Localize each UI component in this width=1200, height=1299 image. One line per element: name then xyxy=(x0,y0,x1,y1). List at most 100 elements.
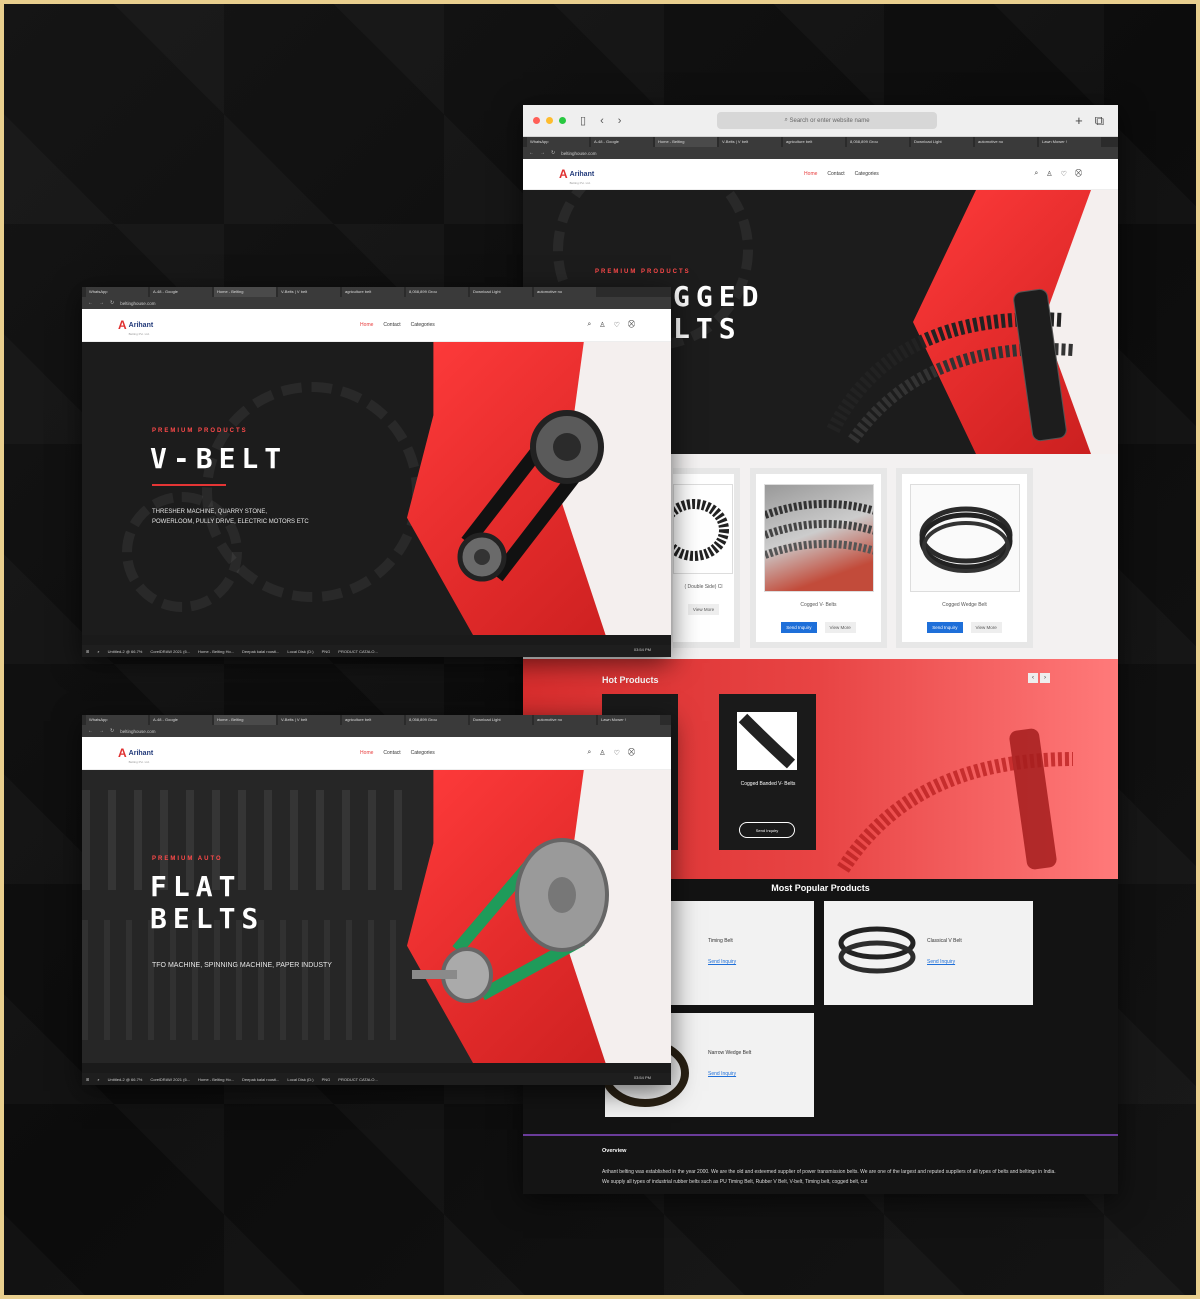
nav-categories[interactable]: Categories xyxy=(411,322,435,328)
nav-contact[interactable]: Contact xyxy=(383,750,400,756)
tab[interactable]: Lawn Mower ! xyxy=(598,715,660,725)
logo[interactable]: A Arihant Belting Pvt. Ltd. xyxy=(559,163,594,185)
taskbar-item[interactable]: CorelDRAW 2021 (6... xyxy=(150,1077,190,1082)
wishlist-icon[interactable]: ♡ xyxy=(614,749,620,757)
view-more-button[interactable]: View More xyxy=(687,604,720,615)
tab[interactable]: automotive no xyxy=(975,137,1037,147)
wishlist-icon[interactable]: ♡ xyxy=(614,321,620,329)
taskbar-item[interactable]: Home - Belting Ho... xyxy=(198,1077,234,1082)
view-more-button[interactable]: View More xyxy=(970,622,1002,633)
view-more-button[interactable]: View More xyxy=(824,622,856,633)
search-icon[interactable]: ⌕ xyxy=(587,749,591,757)
minimize-window-button[interactable] xyxy=(546,117,553,124)
user-icon[interactable]: ♙ xyxy=(599,321,605,329)
tab[interactable]: V-Belts | V belt xyxy=(719,137,781,147)
forward-icon[interactable]: → xyxy=(99,300,104,306)
forward-icon[interactable]: › xyxy=(618,115,622,127)
nav-home[interactable]: Home xyxy=(360,322,373,328)
cart-icon[interactable]: ⛒ xyxy=(628,749,635,757)
reload-icon[interactable]: ↻ xyxy=(551,150,555,156)
tab[interactable]: agriculture belt xyxy=(342,287,404,297)
reload-icon[interactable]: ↻ xyxy=(110,300,114,306)
nav-categories[interactable]: Categories xyxy=(855,171,879,177)
taskbar-item[interactable]: Untitled-2 @ 66.7% xyxy=(108,1077,143,1082)
tab[interactable]: Home - Belting xyxy=(214,287,276,297)
search-icon[interactable]: ⌕ xyxy=(1034,170,1038,178)
start-icon[interactable]: ⊞ xyxy=(86,649,89,654)
search-icon[interactable]: ⌕ xyxy=(97,1077,99,1082)
tab[interactable]: automotive no xyxy=(534,287,596,297)
forward-icon[interactable]: → xyxy=(540,150,545,156)
tab[interactable]: 8,058,899 Grou xyxy=(406,287,468,297)
tab[interactable]: A-48 - Google xyxy=(150,715,212,725)
taskbar-item[interactable]: PRODUCT CATALO... xyxy=(338,1077,378,1082)
taskbar-item[interactable]: Local Disk (D:) xyxy=(287,1077,313,1082)
send-inquiry-button[interactable]: Send Inquiry xyxy=(781,622,817,633)
carousel-next-button[interactable]: › xyxy=(1040,673,1050,683)
taskbar-item[interactable]: Deepak kalal roosti... xyxy=(242,1077,279,1082)
carousel-prev-button[interactable]: ‹ xyxy=(1028,673,1038,683)
tab[interactable]: agriculture belt xyxy=(783,137,845,147)
logo[interactable]: A Arihant Belting Pvt. Ltd. xyxy=(118,742,153,764)
tab[interactable]: WhatsApp xyxy=(86,287,148,297)
hot-product-card[interactable]: Cogged Banded V- Belts Send Inquiry xyxy=(719,694,816,850)
send-inquiry-button[interactable]: Send Inquiry xyxy=(927,622,963,633)
user-icon[interactable]: ♙ xyxy=(599,749,605,757)
tab[interactable]: A-48 - Google xyxy=(150,287,212,297)
nav-contact[interactable]: Contact xyxy=(827,171,844,177)
start-icon[interactable]: ⊞ xyxy=(86,1077,89,1082)
taskbar-item[interactable]: PNG xyxy=(322,1077,331,1082)
url-text[interactable]: beltinghouse.com xyxy=(561,151,596,156)
back-icon[interactable]: ← xyxy=(88,728,93,734)
logo[interactable]: A Arihant Belting Pvt. Ltd. xyxy=(118,314,153,336)
tab[interactable]: WhatsApp xyxy=(86,715,148,725)
url-text[interactable]: beltinghouse.com xyxy=(120,729,155,734)
search-icon[interactable]: ⌕ xyxy=(587,321,591,329)
taskbar-item[interactable]: Untitled-2 @ 66.7% xyxy=(108,649,143,654)
tab[interactable]: 8,058,899 Grou xyxy=(847,137,909,147)
nav-categories[interactable]: Categories xyxy=(411,750,435,756)
tab[interactable]: Home - Belting xyxy=(655,137,717,147)
send-inquiry-link[interactable]: Send Inquiry xyxy=(708,1071,736,1077)
taskbar-item[interactable]: PNG xyxy=(322,649,331,654)
reload-icon[interactable]: ↻ xyxy=(110,728,114,734)
back-icon[interactable]: ‹ xyxy=(600,115,604,127)
tab[interactable]: 8,058,899 Grou xyxy=(406,715,468,725)
product-card[interactable]: ( Double Side) Cl View More xyxy=(673,468,740,648)
nav-contact[interactable]: Contact xyxy=(383,322,400,328)
tab-overview-icon[interactable]: ⧉ xyxy=(1095,113,1104,129)
taskbar-item[interactable]: CorelDRAW 2021 (6... xyxy=(150,649,190,654)
cart-icon[interactable]: ⛒ xyxy=(628,321,635,329)
tab[interactable]: Download Light xyxy=(911,137,973,147)
search-icon[interactable]: ⌕ xyxy=(97,649,99,654)
taskbar-item[interactable]: Local Disk (D:) xyxy=(287,649,313,654)
tab[interactable]: Download Light xyxy=(470,715,532,725)
tab[interactable]: Lawn Mower ! xyxy=(1039,137,1101,147)
user-icon[interactable]: ♙ xyxy=(1046,170,1052,178)
back-icon[interactable]: ← xyxy=(88,300,93,306)
wishlist-icon[interactable]: ♡ xyxy=(1061,170,1067,178)
sidebar-icon[interactable]: ▯ xyxy=(580,114,586,127)
product-card[interactable]: Cogged V- Belts Send Inquiry View More xyxy=(750,468,887,648)
zoom-window-button[interactable] xyxy=(559,117,566,124)
tab[interactable]: A-48 - Google xyxy=(591,137,653,147)
tab[interactable]: Home - Belting xyxy=(214,715,276,725)
address-bar[interactable]: ⌕ Search or enter website name xyxy=(717,112,937,129)
nav-home[interactable]: Home xyxy=(360,750,373,756)
url-text[interactable]: beltinghouse.com xyxy=(120,301,155,306)
send-inquiry-link[interactable]: Send Inquiry xyxy=(708,959,736,965)
tab[interactable]: V-Belts | V belt xyxy=(278,715,340,725)
taskbar-item[interactable]: PRODUCT CATALO... xyxy=(338,649,378,654)
product-card[interactable]: Cogged Wedge Belt Send Inquiry View More xyxy=(896,468,1033,648)
forward-icon[interactable]: → xyxy=(99,728,104,734)
taskbar-item[interactable]: Home - Belting Ho... xyxy=(198,649,234,654)
new-tab-icon[interactable]: + xyxy=(1075,113,1083,129)
send-inquiry-button[interactable]: Send Inquiry xyxy=(739,822,795,838)
tab[interactable]: Download Light xyxy=(470,287,532,297)
tab[interactable]: automotive no xyxy=(534,715,596,725)
nav-home[interactable]: Home xyxy=(804,171,817,177)
tab[interactable]: agriculture belt xyxy=(342,715,404,725)
close-window-button[interactable] xyxy=(533,117,540,124)
tab[interactable]: V-Belts | V belt xyxy=(278,287,340,297)
popular-product-card[interactable]: Classical V Belt Send Inquiry xyxy=(824,901,1033,1005)
